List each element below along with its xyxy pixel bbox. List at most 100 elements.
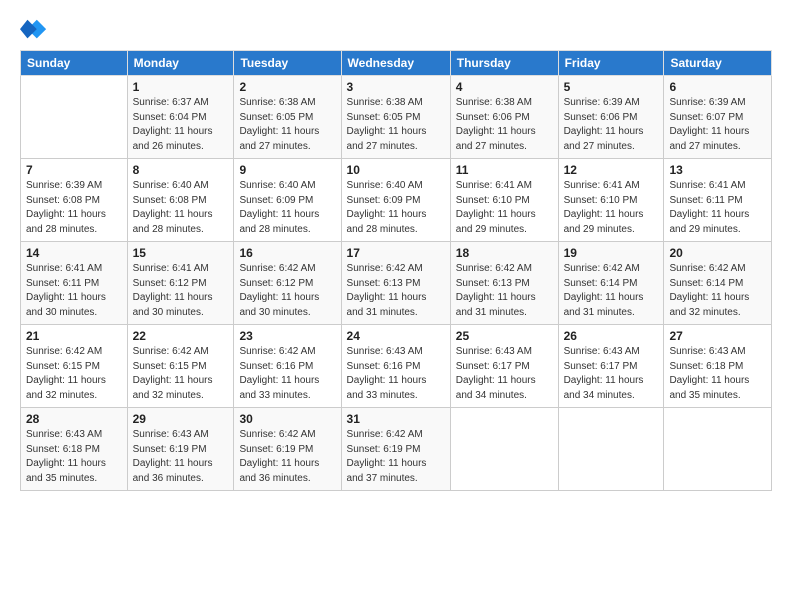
day-number: 12 (564, 163, 659, 177)
cell-info: Sunrise: 6:43 AMSunset: 6:18 PMDaylight:… (669, 345, 766, 403)
day-number: 22 (133, 329, 229, 343)
cell-info: Sunrise: 6:38 AMSunset: 6:05 PMDaylight:… (239, 96, 335, 154)
cell-info: Sunrise: 6:43 AMSunset: 6:17 PMDaylight:… (564, 345, 659, 403)
calendar-cell: 26 Sunrise: 6:43 AMSunset: 6:17 PMDayligh… (558, 325, 664, 408)
calendar-cell: 6Sunrise: 6:39 AMSunset: 6:07 PMDaylight… (664, 76, 772, 159)
calendar-cell: 24Sunrise: 6:43 AMSunset: 6:16 PMDayligh… (341, 325, 450, 408)
cell-info: Sunrise: 6:42 AMSunset: 6:14 PMDaylight:… (564, 262, 659, 320)
day-number: 23 (239, 329, 335, 343)
cell-info: Sunrise: 6:38 AMSunset: 6:05 PMDaylight:… (347, 96, 445, 154)
cell-info: Sunrise: 6:42 AMSunset: 6:12 PMDaylight:… (239, 262, 335, 320)
calendar-cell (664, 408, 772, 491)
week-row-4: 21 Sunrise: 6:42 AMSunset: 6:15 PMDayligh… (21, 325, 772, 408)
calendar-cell: 1 Sunrise: 6:37 AMSunset: 6:04 PMDaylight… (127, 76, 234, 159)
cell-info: Sunrise: 6:37 AMSunset: 6:04 PMDaylight:… (133, 96, 229, 154)
calendar-cell: 11 Sunrise: 6:41 AMSunset: 6:10 PMDayligh… (450, 159, 558, 242)
day-number: 14 (26, 246, 122, 260)
calendar-cell: 3 Sunrise: 6:38 AMSunset: 6:05 PMDaylight… (341, 76, 450, 159)
calendar-cell: 15 Sunrise: 6:41 AMSunset: 6:12 PMDayligh… (127, 242, 234, 325)
day-number: 30 (239, 412, 335, 426)
calendar-cell (558, 408, 664, 491)
day-number: 29 (133, 412, 229, 426)
cell-info: Sunrise: 6:42 AMSunset: 6:15 PMDaylight:… (133, 345, 229, 403)
calendar-cell: 21 Sunrise: 6:42 AMSunset: 6:15 PMDayligh… (21, 325, 128, 408)
cell-info: Sunrise: 6:41 AMSunset: 6:12 PMDaylight:… (133, 262, 229, 320)
header-day-tuesday: Tuesday (234, 51, 341, 76)
calendar-cell: 9 Sunrise: 6:40 AMSunset: 6:09 PMDaylight… (234, 159, 341, 242)
cell-info: Sunrise: 6:42 AMSunset: 6:19 PMDaylight:… (239, 428, 335, 486)
day-number: 10 (347, 163, 445, 177)
cell-info: Sunrise: 6:41 AMSunset: 6:11 PMDaylight:… (26, 262, 122, 320)
day-number: 26 (564, 329, 659, 343)
cell-info: Sunrise: 6:40 AMSunset: 6:09 PMDaylight:… (347, 179, 445, 237)
cell-info: Sunrise: 6:41 AMSunset: 6:11 PMDaylight:… (669, 179, 766, 237)
calendar-cell: 14 Sunrise: 6:41 AMSunset: 6:11 PMDayligh… (21, 242, 128, 325)
calendar-cell: 8 Sunrise: 6:40 AMSunset: 6:08 PMDaylight… (127, 159, 234, 242)
day-number: 27 (669, 329, 766, 343)
cell-info: Sunrise: 6:42 AMSunset: 6:13 PMDaylight:… (347, 262, 445, 320)
cell-info: Sunrise: 6:42 AMSunset: 6:13 PMDaylight:… (456, 262, 553, 320)
day-number: 3 (347, 80, 445, 94)
header-day-monday: Monday (127, 51, 234, 76)
day-number: 28 (26, 412, 122, 426)
calendar-cell: 28 Sunrise: 6:43 AMSunset: 6:18 PMDayligh… (21, 408, 128, 491)
header (20, 16, 772, 44)
day-number: 15 (133, 246, 229, 260)
day-number: 18 (456, 246, 553, 260)
header-day-wednesday: Wednesday (341, 51, 450, 76)
calendar-cell: 19 Sunrise: 6:42 AMSunset: 6:14 PMDayligh… (558, 242, 664, 325)
calendar-cell: 16Sunrise: 6:42 AMSunset: 6:12 PMDayligh… (234, 242, 341, 325)
week-row-2: 7 Sunrise: 6:39 AMSunset: 6:08 PMDaylight… (21, 159, 772, 242)
cell-info: Sunrise: 6:39 AMSunset: 6:08 PMDaylight:… (26, 179, 122, 237)
calendar-cell: 2 Sunrise: 6:38 AMSunset: 6:05 PMDaylight… (234, 76, 341, 159)
header-row: SundayMondayTuesdayWednesdayThursdayFrid… (21, 51, 772, 76)
cell-info: Sunrise: 6:43 AMSunset: 6:18 PMDaylight:… (26, 428, 122, 486)
day-number: 4 (456, 80, 553, 94)
header-day-friday: Friday (558, 51, 664, 76)
day-number: 2 (239, 80, 335, 94)
day-number: 11 (456, 163, 553, 177)
day-number: 19 (564, 246, 659, 260)
calendar-cell (21, 76, 128, 159)
cell-info: Sunrise: 6:40 AMSunset: 6:08 PMDaylight:… (133, 179, 229, 237)
page: SundayMondayTuesdayWednesdayThursdayFrid… (0, 0, 792, 501)
cell-info: Sunrise: 6:42 AMSunset: 6:19 PMDaylight:… (347, 428, 445, 486)
day-number: 25 (456, 329, 553, 343)
calendar-cell: 4 Sunrise: 6:38 AMSunset: 6:06 PMDaylight… (450, 76, 558, 159)
cell-info: Sunrise: 6:41 AMSunset: 6:10 PMDaylight:… (456, 179, 553, 237)
day-number: 5 (564, 80, 659, 94)
calendar-cell: 23 Sunrise: 6:42 AMSunset: 6:16 PMDayligh… (234, 325, 341, 408)
calendar-cell (450, 408, 558, 491)
cell-info: Sunrise: 6:42 AMSunset: 6:16 PMDaylight:… (239, 345, 335, 403)
logo-icon (20, 16, 48, 44)
logo (20, 16, 52, 44)
day-number: 9 (239, 163, 335, 177)
calendar-body: 1 Sunrise: 6:37 AMSunset: 6:04 PMDaylight… (21, 76, 772, 491)
cell-info: Sunrise: 6:42 AMSunset: 6:14 PMDaylight:… (669, 262, 766, 320)
calendar-table: SundayMondayTuesdayWednesdayThursdayFrid… (20, 50, 772, 491)
day-number: 8 (133, 163, 229, 177)
day-number: 13 (669, 163, 766, 177)
cell-info: Sunrise: 6:39 AMSunset: 6:07 PMDaylight:… (669, 96, 766, 154)
cell-info: Sunrise: 6:43 AMSunset: 6:17 PMDaylight:… (456, 345, 553, 403)
calendar-cell: 31Sunrise: 6:42 AMSunset: 6:19 PMDayligh… (341, 408, 450, 491)
cell-info: Sunrise: 6:43 AMSunset: 6:19 PMDaylight:… (133, 428, 229, 486)
day-number: 7 (26, 163, 122, 177)
calendar-cell: 25 Sunrise: 6:43 AMSunset: 6:17 PMDayligh… (450, 325, 558, 408)
week-row-5: 28 Sunrise: 6:43 AMSunset: 6:18 PMDayligh… (21, 408, 772, 491)
header-day-thursday: Thursday (450, 51, 558, 76)
calendar-cell: 10 Sunrise: 6:40 AMSunset: 6:09 PMDayligh… (341, 159, 450, 242)
cell-info: Sunrise: 6:42 AMSunset: 6:15 PMDaylight:… (26, 345, 122, 403)
day-number: 21 (26, 329, 122, 343)
cell-info: Sunrise: 6:40 AMSunset: 6:09 PMDaylight:… (239, 179, 335, 237)
calendar-cell: 12Sunrise: 6:41 AMSunset: 6:10 PMDayligh… (558, 159, 664, 242)
week-row-3: 14 Sunrise: 6:41 AMSunset: 6:11 PMDayligh… (21, 242, 772, 325)
cell-info: Sunrise: 6:38 AMSunset: 6:06 PMDaylight:… (456, 96, 553, 154)
day-number: 1 (133, 80, 229, 94)
calendar-cell: 22 Sunrise: 6:42 AMSunset: 6:15 PMDayligh… (127, 325, 234, 408)
calendar-cell: 30 Sunrise: 6:42 AMSunset: 6:19 PMDayligh… (234, 408, 341, 491)
calendar-cell: 13 Sunrise: 6:41 AMSunset: 6:11 PMDayligh… (664, 159, 772, 242)
calendar-cell: 18 Sunrise: 6:42 AMSunset: 6:13 PMDayligh… (450, 242, 558, 325)
cell-info: Sunrise: 6:43 AMSunset: 6:16 PMDaylight:… (347, 345, 445, 403)
week-row-1: 1 Sunrise: 6:37 AMSunset: 6:04 PMDaylight… (21, 76, 772, 159)
